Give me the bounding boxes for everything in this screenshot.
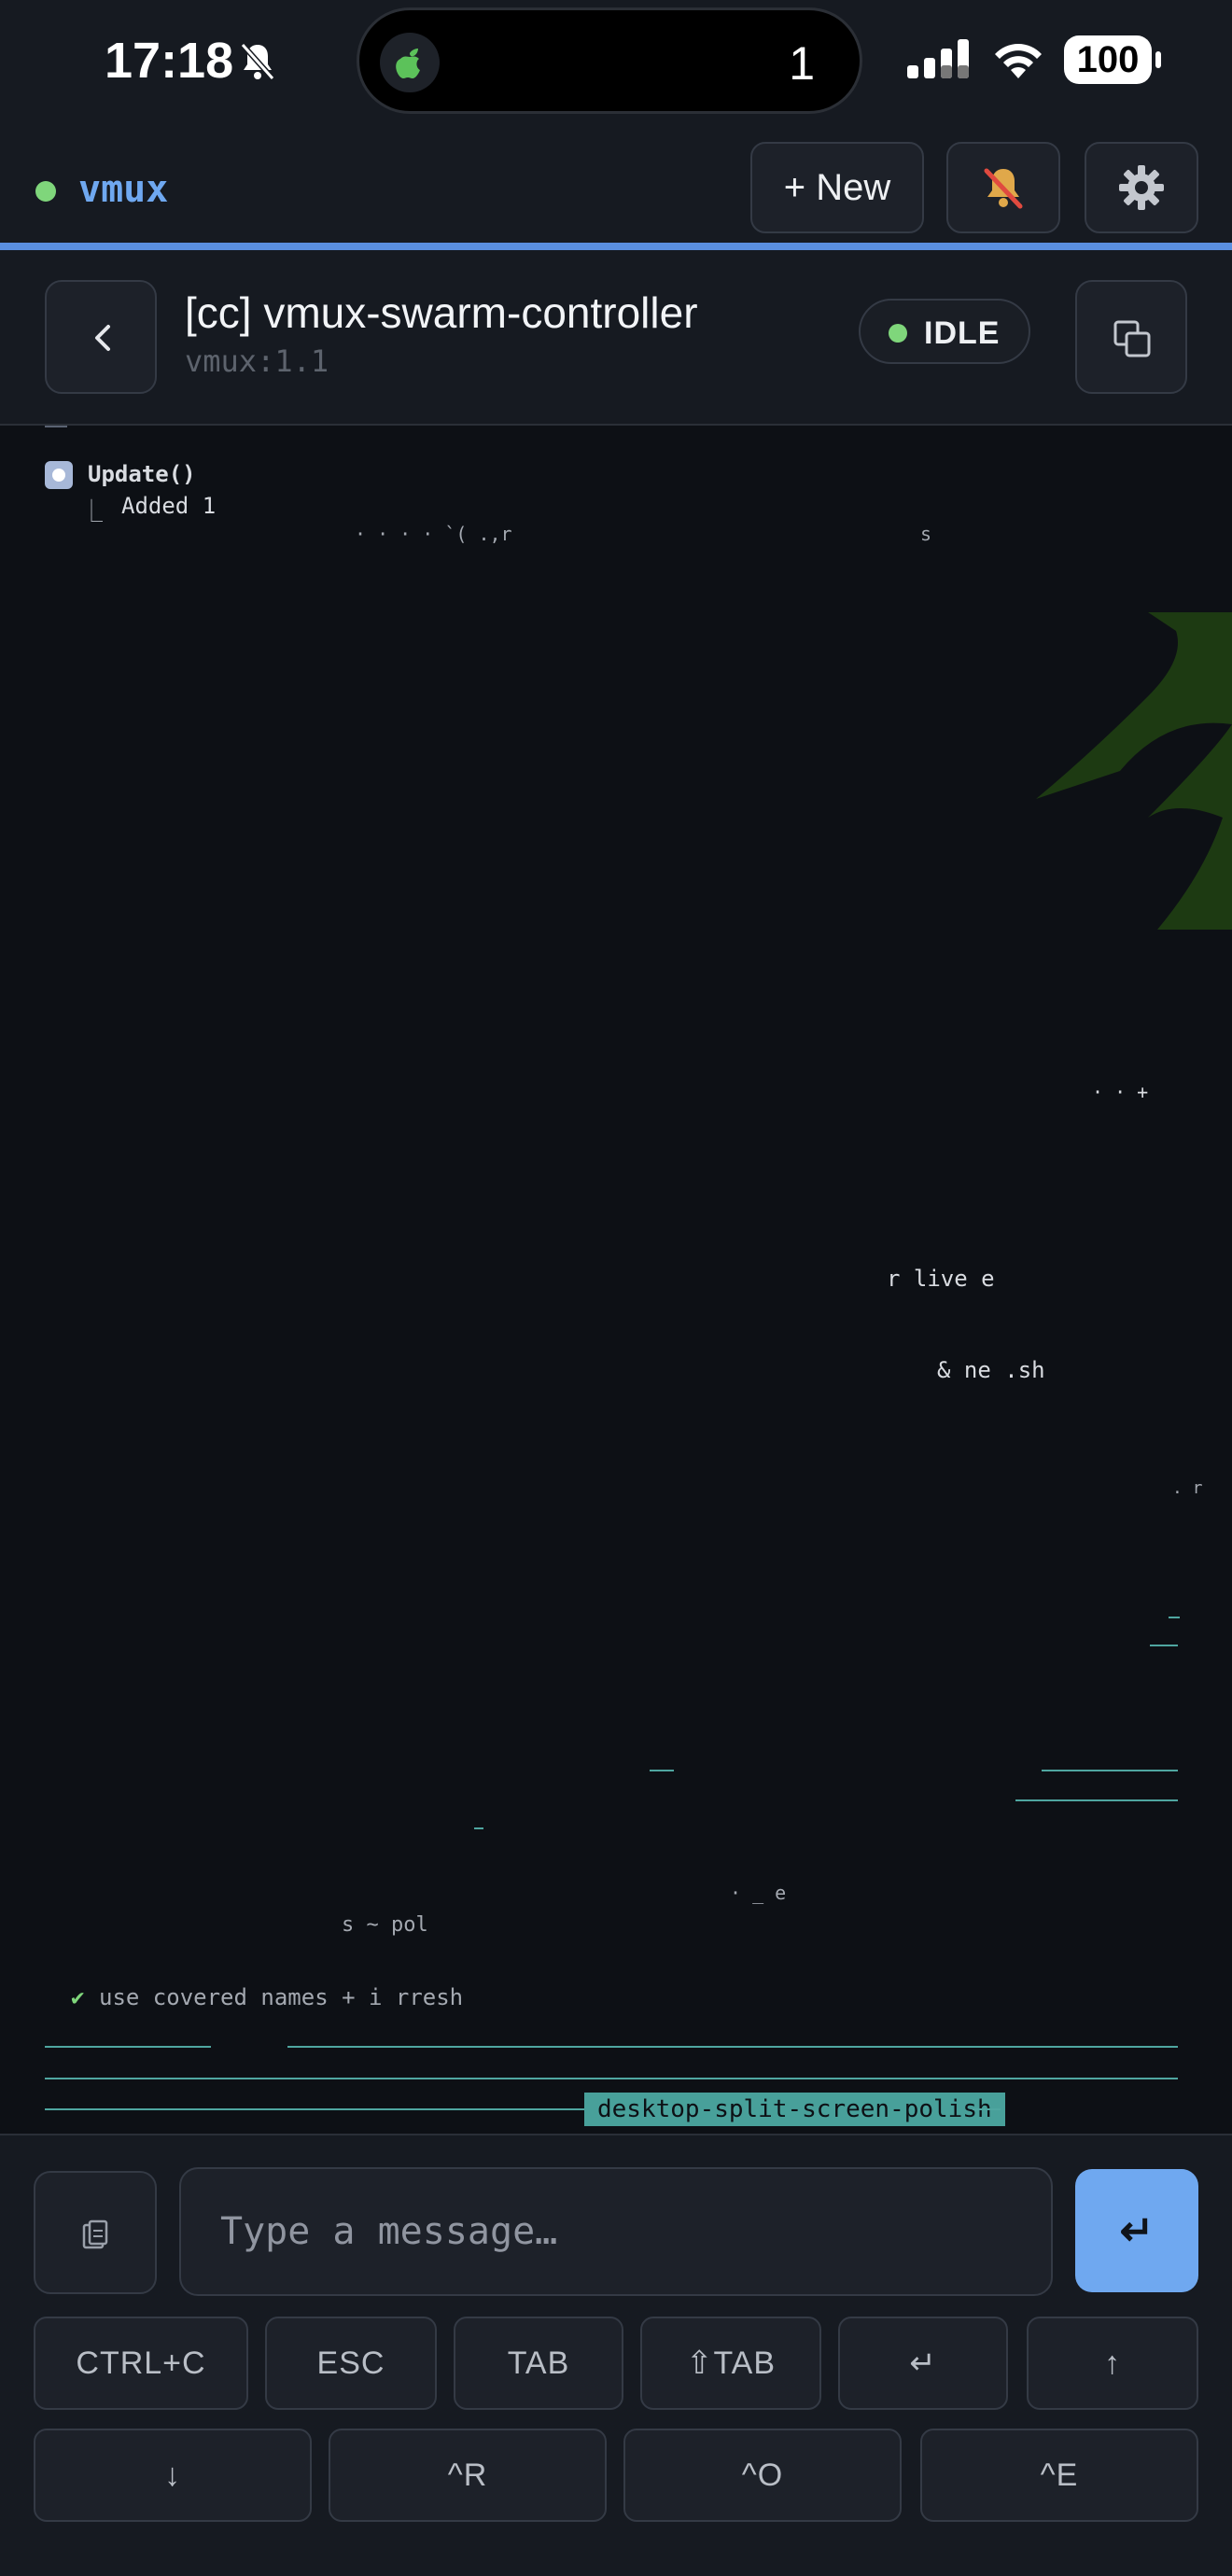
bell-slash-icon: [984, 168, 1023, 209]
bell-muted-icon: [240, 43, 275, 80]
terminal-divider: [1015, 1799, 1178, 1801]
app-title: vmux: [78, 168, 169, 211]
status-bar: 17:18 1 100: [0, 0, 1232, 131]
key-ctrl-o[interactable]: ^O: [623, 2429, 902, 2522]
tool-result-text: Added 1: [121, 493, 217, 519]
session-title: [cc] vmux-swarm-controller: [185, 288, 698, 337]
status-label: IDLE: [924, 315, 1001, 351]
split-view-button[interactable]: [1075, 280, 1187, 394]
terminal-fragment: . r: [1172, 1478, 1203, 1498]
settings-button[interactable]: [1085, 142, 1198, 233]
key-arrow-up[interactable]: ↑: [1027, 2317, 1198, 2410]
split-screen-icon: [1113, 320, 1151, 357]
terminal-divider: [1042, 1770, 1178, 1771]
terminal-output[interactable]: Update() ⎿ Added 1 · · · · `( .,r s · · …: [0, 426, 1232, 2134]
connection-status-dot: [35, 181, 56, 202]
status-dot: [889, 324, 907, 343]
cellular-signal-icon: [907, 39, 969, 78]
app-header: vmux + New: [0, 131, 1232, 246]
key-tab[interactable]: TAB: [454, 2317, 623, 2410]
session-header: [cc] vmux-swarm-controller vmux:1.1 IDLE: [0, 250, 1232, 426]
key-ctrl-c[interactable]: CTRL+C: [34, 2317, 248, 2410]
terminal-divider: [1169, 1617, 1180, 1618]
terminal-divider: [650, 1770, 674, 1771]
key-ctrl-e[interactable]: ^E: [920, 2429, 1198, 2522]
message-input[interactable]: [179, 2167, 1053, 2296]
terminal-green-artifact: [1036, 612, 1232, 930]
battery-indicator: 100: [1064, 35, 1161, 84]
session-subtitle: vmux:1.1: [185, 343, 329, 379]
island-counter: 1: [789, 37, 815, 90]
send-button[interactable]: ↵: [1075, 2169, 1198, 2292]
key-shift-tab[interactable]: ⇧TAB: [640, 2317, 821, 2410]
terminal-divider: [45, 2078, 1178, 2079]
terminal-check-line: use covered names + i rresh: [99, 1984, 464, 2010]
tool-status-icon: [45, 461, 73, 489]
terminal-fragment: s: [920, 523, 932, 545]
new-session-button[interactable]: + New: [750, 142, 924, 233]
terminal-divider: [45, 2046, 211, 2048]
wifi-icon: [995, 44, 1042, 78]
terminal-fragment: & ne .sh: [937, 1357, 1045, 1383]
status-time: 17:18: [105, 33, 234, 89]
chevron-left-icon: [95, 325, 110, 351]
key-ctrl-r[interactable]: ^R: [329, 2429, 607, 2522]
apple-icon: [396, 49, 420, 78]
gear-icon: [1119, 165, 1164, 210]
terminal-fragment: · · +: [1092, 1081, 1149, 1103]
terminal-divider: [45, 426, 67, 427]
key-arrow-down[interactable]: ↓: [34, 2429, 312, 2522]
check-icon: ✔: [71, 1984, 85, 2010]
island-app-icon: [380, 33, 440, 92]
terminal-divider: [973, 2108, 1001, 2110]
terminal-divider: [287, 2046, 1178, 2048]
terminal-divider: [474, 1827, 483, 1829]
status-badge: IDLE: [859, 299, 1030, 364]
clipboard-icon: [82, 2219, 108, 2249]
terminal-divider: [45, 2108, 584, 2110]
terminal-fragment: · _ e: [730, 1882, 787, 1904]
mute-notifications-button[interactable]: [946, 142, 1060, 233]
tool-result-connector: ⎿: [80, 498, 103, 525]
paste-button[interactable]: [34, 2171, 157, 2294]
terminal-divider: [1150, 1645, 1178, 1646]
terminal-fragment: s ~ pol: [342, 1913, 428, 1937]
header-accent-line: [0, 243, 1232, 250]
terminal-fragment: · · · · `( .,r: [355, 523, 512, 545]
composer: ↵ CTRL+C ESC TAB ⇧TAB ↵ ↑ ↓ ^R ^O ^E: [0, 2134, 1232, 2576]
key-enter[interactable]: ↵: [838, 2317, 1008, 2410]
back-button[interactable]: [45, 280, 157, 394]
terminal-fragment: r live e: [887, 1266, 995, 1292]
dynamic-island[interactable]: 1: [357, 7, 862, 114]
branch-tag: desktop-split-screen-polish: [584, 2093, 1005, 2126]
key-esc[interactable]: ESC: [265, 2317, 437, 2410]
tool-call-label: Update(): [88, 461, 196, 487]
